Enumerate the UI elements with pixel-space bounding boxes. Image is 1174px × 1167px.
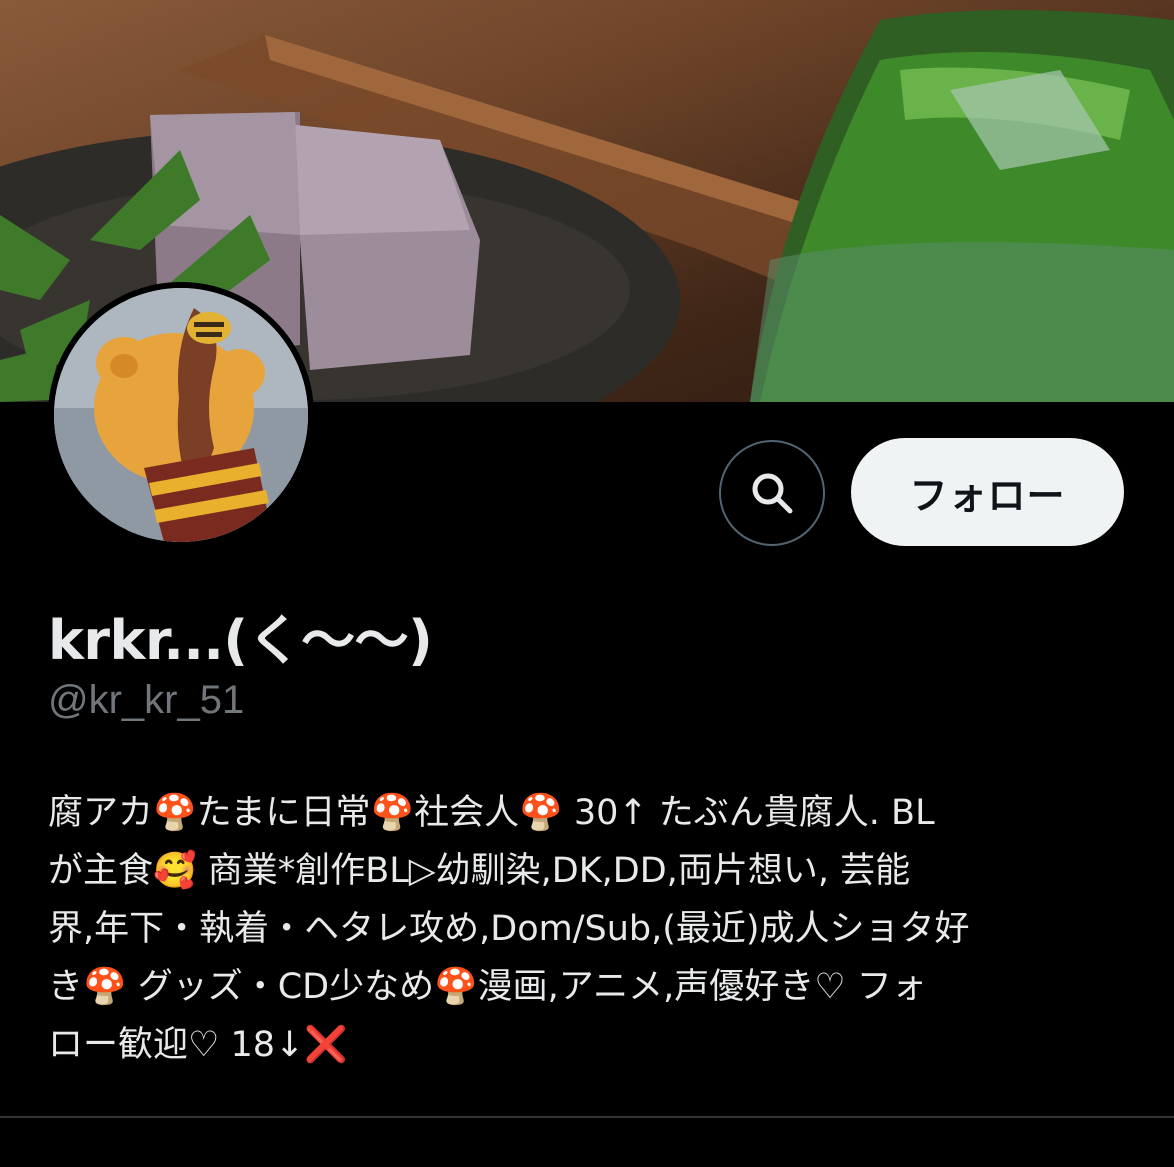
profile-page: フォロー krkr...(く〜〜) @kr_kr_51 腐アカ🍄たまに日常🍄社会… bbox=[0, 0, 1174, 1167]
section-divider bbox=[0, 1116, 1174, 1118]
search-icon bbox=[752, 473, 793, 514]
avatar-image bbox=[54, 288, 308, 542]
avatar-illustration bbox=[54, 288, 308, 542]
search-button[interactable] bbox=[719, 440, 825, 546]
profile-avatar[interactable] bbox=[48, 282, 314, 548]
profile-bio: 腐アカ🍄たまに日常🍄社会人🍄 30↑ たぶん貴腐人. BL が主食🥰 商業*創作… bbox=[48, 793, 970, 1065]
user-handle: @kr_kr_51 bbox=[48, 678, 245, 722]
display-name: krkr...(く〜〜) bbox=[48, 609, 433, 672]
follow-button-label: フォロー bbox=[909, 473, 1066, 518]
follow-button[interactable]: フォロー bbox=[851, 438, 1124, 546]
